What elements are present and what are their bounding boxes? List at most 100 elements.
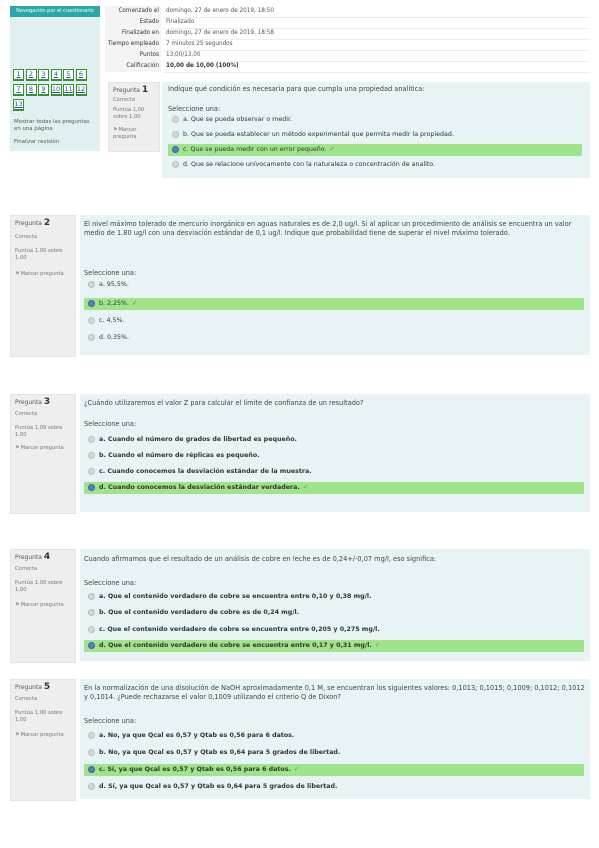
question-4-info: Pregunta 4 Correcta Puntúa 1,00 sobre 1,… (10, 549, 76, 663)
question-grade: Puntúa 1,00 sobre 1,00 (15, 425, 63, 438)
radio-button[interactable] (88, 316, 95, 324)
nav-question-9-button[interactable]: 9 (38, 84, 49, 96)
nav-question-3-button[interactable]: 3 (38, 69, 49, 81)
answer-option-b[interactable]: b. Que el contenido verdadero de cobre e… (84, 607, 584, 619)
answer-option-a[interactable]: a. 95,5%. (84, 279, 584, 291)
summary-label: Comenzado el (105, 6, 161, 17)
flag-question-button[interactable]: ⚑Marcar pregunta (15, 732, 71, 739)
answer-option-b[interactable]: b. Cuando el número de réplicas es peque… (84, 450, 584, 462)
nav-question-10-button[interactable]: 10 (50, 84, 62, 96)
answer-option-a[interactable]: a. Cuando el número de grados de liberta… (84, 434, 584, 446)
question-number: Pregunta 1 (113, 85, 149, 95)
nav-question-6-button[interactable]: 6 (75, 69, 87, 81)
flag-icon: ⚑ (15, 271, 20, 277)
attempt-summary-table: Comenzado el domingo, 27 de enero de 201… (105, 6, 590, 78)
flag-question-button[interactable]: ⚑Marcar pregunta (15, 271, 71, 278)
nav-question-13-button[interactable]: 13 (13, 99, 24, 111)
select-one-prompt: Seleccione una: (84, 269, 137, 277)
nav-question-5-button[interactable]: 5 (63, 69, 74, 81)
summary-row-started: Comenzado el domingo, 27 de enero de 201… (105, 6, 590, 18)
nav-question-4-button[interactable]: 4 (50, 69, 62, 81)
radio-button[interactable] (172, 130, 179, 138)
correct-check-icon: ✓ (302, 484, 309, 491)
nav-question-1-button[interactable]: 1 (13, 69, 24, 81)
question-grade: Puntúa 1,00 sobre 1,00 (15, 710, 63, 723)
quiz-navigation-block: Navegación por el cuestionario 1 2 3 4 5 67 8 9… (10, 6, 100, 151)
question-state: Correcta (113, 97, 136, 103)
question-4-content: Cuando afirmamos que el resultado de un … (80, 549, 590, 661)
answer-option-c[interactable]: c. Que se pueda medir con un error peque… (168, 144, 582, 156)
question-state: Correcta (15, 234, 38, 240)
radio-button[interactable] (88, 451, 95, 459)
finish-review-link[interactable]: Finalizar revisión (14, 139, 59, 146)
answer-option-d[interactable]: d. Que se relacione unívocamente con la … (168, 159, 582, 171)
summary-row-grade: Calificación 10,00 de 10,00 (100%) (105, 61, 590, 73)
answer-option-a[interactable]: a. Que el contenido verdadero de cobre s… (84, 591, 584, 603)
flag-question-button[interactable]: ⚑Marcar pregunta (15, 602, 71, 609)
answer-option-d[interactable]: d. Que el contenido verdadero de cobre s… (84, 640, 584, 652)
select-one-prompt: Seleccione una: (84, 579, 137, 587)
radio-button[interactable] (88, 731, 95, 739)
question-1-info: Pregunta 1 Correcta Puntúa 1,00 sobre 1,… (108, 82, 160, 152)
nav-question-2-button[interactable]: 2 (25, 69, 37, 81)
answer-option-c[interactable]: c. Cuando conocemos la desviación estánd… (84, 466, 584, 478)
flag-question-button[interactable]: ⚑Marcar pregunta (113, 127, 157, 141)
select-one-prompt: Seleccione una: (84, 420, 137, 428)
answer-option-b[interactable]: b. Que se pueda establecer un método exp… (168, 129, 582, 141)
radio-button[interactable] (172, 160, 179, 168)
summary-label: Calificación (105, 61, 161, 72)
answer-option-c[interactable]: c. Que el contenido verdadero de cobre s… (84, 624, 584, 636)
select-one-prompt: Seleccione una: (168, 105, 221, 113)
answer-option-c[interactable]: c. 4,5%. (84, 315, 584, 327)
answer-option-b[interactable]: b. No, ya que Qcal es 0,57 y Qtab es 0,6… (84, 747, 584, 759)
radio-button[interactable] (88, 467, 95, 475)
summary-row-state: Estado Finalizado (105, 17, 590, 29)
radio-button-selected[interactable] (88, 641, 95, 649)
radio-button-selected[interactable] (88, 483, 95, 491)
answer-option-b[interactable]: b. 2,25%. ✓ (84, 298, 584, 310)
flag-question-button[interactable]: ⚑Marcar pregunta (15, 445, 71, 452)
question-number: Pregunta 4 (15, 552, 51, 562)
answer-option-a[interactable]: a. Que se pueda observar o medir. (168, 114, 582, 126)
show-one-page-link[interactable]: Mostrar todas las preguntas en una págin… (14, 119, 98, 133)
nav-question-7-button[interactable]: 7 (13, 84, 24, 96)
nav-question-11-button[interactable]: 11 (63, 84, 74, 96)
summary-label: Tiempo empleado (105, 39, 161, 50)
flag-icon: ⚑ (15, 732, 20, 738)
correct-check-icon: ✓ (329, 146, 335, 153)
question-state: Correcta (15, 696, 38, 702)
radio-button[interactable] (88, 435, 95, 443)
question-5-content: En la normalización de una disolución de… (80, 679, 590, 799)
nav-question-8-button[interactable]: 8 (25, 84, 37, 96)
radio-button[interactable] (88, 280, 95, 288)
radio-button[interactable] (88, 625, 95, 633)
question-number: Pregunta 5 (15, 682, 51, 692)
question-text: Indique qué condición es necesaria para … (168, 85, 425, 93)
radio-button[interactable] (88, 608, 95, 616)
question-text: ¿Cuándo utilizaremos el valor Z para cal… (84, 399, 364, 407)
select-one-prompt: Seleccione una: (84, 717, 137, 725)
summary-row-finished: Finalizado en domingo, 27 de enero de 20… (105, 28, 590, 40)
summary-row-time-taken: Tiempo empleado 7 minutos 25 segundos (105, 39, 590, 51)
nav-question-12-button[interactable]: 12 (75, 84, 87, 96)
radio-button-selected[interactable] (172, 145, 179, 153)
answer-option-a[interactable]: a. No, ya que Qcal es 0,57 y Qtab es 0,5… (84, 730, 584, 742)
answer-option-c[interactable]: c. Sí, ya que Qcal es 0,57 y Qtab es 0,5… (84, 764, 584, 776)
flag-icon: ⚑ (113, 127, 118, 133)
answer-option-d[interactable]: d. 0,35%. (84, 332, 584, 344)
summary-label: Estado (105, 17, 161, 28)
radio-button[interactable] (88, 592, 95, 600)
radio-button[interactable] (88, 748, 95, 756)
answer-option-d[interactable]: d. Cuando conocemos la desviación estánd… (84, 482, 584, 494)
answer-option-d[interactable]: d. Sí, ya que Qcal es 0,57 y Qtab es 0,6… (84, 781, 584, 793)
radio-button[interactable] (88, 782, 95, 790)
question-text: El nivel máximo tolerado de mercurio ino… (84, 220, 572, 238)
summary-row-marks: Puntos 13,00/13,00 (105, 50, 590, 62)
radio-button[interactable] (172, 115, 179, 123)
radio-button[interactable] (88, 333, 95, 341)
radio-button-selected[interactable] (88, 765, 95, 773)
question-2-content: El nivel máximo tolerado de mercurio ino… (80, 215, 590, 355)
question-state: Correcta (15, 566, 38, 572)
radio-button-selected[interactable] (88, 299, 95, 307)
question-number: Pregunta 3 (15, 397, 51, 407)
